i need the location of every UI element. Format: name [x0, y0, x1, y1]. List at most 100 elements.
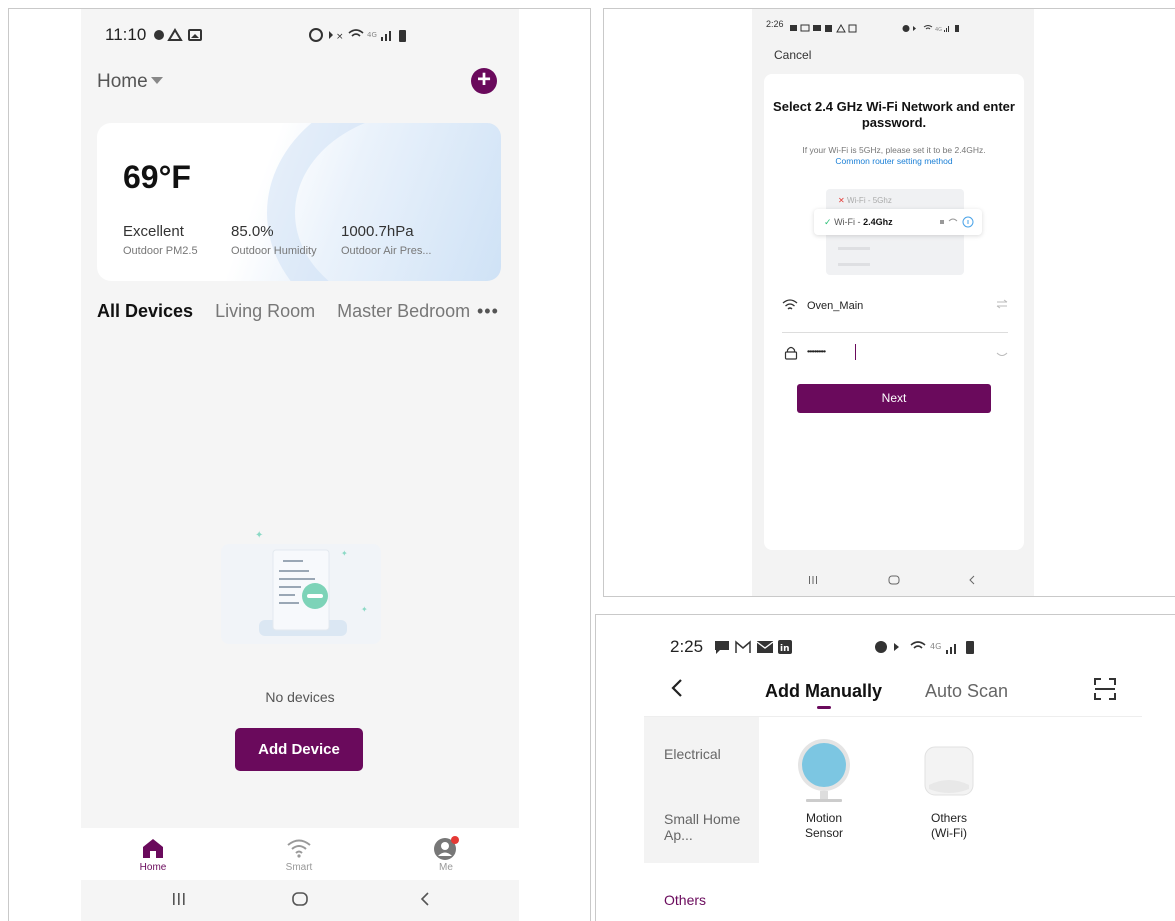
recent-apps-icon[interactable] [171, 890, 187, 913]
next-button[interactable]: Next [797, 384, 991, 413]
svg-text:4G: 4G [367, 31, 377, 39]
lock-icon [784, 346, 798, 363]
wifi-setup-hint: If your Wi-Fi is 5GHz, please set it to … [764, 145, 1024, 167]
pm25-label: Outdoor PM2.5 [123, 245, 198, 257]
weather-background-decoration [267, 123, 501, 281]
home-button-icon[interactable] [291, 890, 309, 913]
lock-wifi-info-icons [940, 209, 976, 245]
tab-all-devices[interactable]: All Devices [97, 301, 193, 321]
home-button-icon[interactable] [888, 574, 900, 589]
profile-icon [411, 836, 481, 862]
wifi-band-illustration: ✕ Wi-Fi - 5Ghz ✓ Wi-Fi - 2.4Ghz [814, 189, 982, 275]
illustration-5ghz-row: ✕ Wi-Fi - 5Ghz [838, 196, 892, 205]
eye-closed-icon[interactable] [996, 350, 1008, 362]
device-name-line2: (Wi-Fi) [931, 826, 967, 840]
tab-auto-scan[interactable]: Auto Scan [925, 681, 1008, 702]
password-field[interactable]: •••••••••• [807, 347, 826, 356]
device-name-line1: Motion [805, 811, 843, 825]
network-name-row[interactable]: Oven_Main [782, 296, 1008, 326]
network-name-field[interactable]: Oven_Main [807, 300, 863, 312]
chevron-down-icon[interactable] [151, 77, 163, 84]
status-time: 2:26 [766, 19, 784, 29]
nav-home[interactable]: Home [118, 836, 188, 873]
status-system-icons: 4G [902, 20, 966, 38]
status-notification-icons: in [714, 639, 796, 660]
humidity-label: Outdoor Humidity [231, 245, 317, 257]
tab-add-manually[interactable]: Add Manually [765, 681, 882, 702]
home-screenshot-panel: 11:10 × 4G Home + 69°F Excellent Outdoor … [8, 8, 591, 921]
svg-text:×: × [336, 32, 344, 42]
switch-network-icon[interactable] [996, 299, 1008, 312]
status-time: 2:25 [670, 637, 704, 656]
wifi-icon [782, 298, 798, 315]
svg-text:✦: ✦ [255, 530, 263, 541]
password-row[interactable]: •••••••••• [782, 344, 1008, 375]
device-motion-sensor[interactable]: Motion Sensor [784, 735, 864, 841]
svg-text:✦: ✦ [341, 549, 348, 558]
wifi-setup-card: Select 2.4 GHz Wi-Fi Network and enter p… [764, 74, 1024, 550]
device-name-line1: Others [930, 811, 967, 825]
device-name-line2: Sensor [804, 826, 844, 840]
scan-qr-icon[interactable] [1093, 677, 1117, 706]
add-device-button[interactable]: Add Device [235, 728, 363, 771]
svg-text:4G: 4G [935, 27, 942, 33]
nav-home-label: Home [139, 862, 167, 873]
home-selector[interactable]: Home [97, 71, 148, 93]
add-plus-icon[interactable]: + [471, 68, 497, 94]
wifi-icon [264, 836, 334, 862]
category-electrical[interactable]: Electrical [664, 746, 721, 762]
tab-master-bedroom[interactable]: Master Bedroom [337, 301, 470, 321]
tab-living-room[interactable]: Living Room [215, 301, 315, 321]
illustration-24ghz-band: 2.4Ghz [863, 217, 893, 227]
illustration-24ghz-row: ✓ Wi-Fi - 2.4Ghz [814, 209, 982, 235]
category-others[interactable]: Others [664, 892, 706, 908]
category-small-home-appliances[interactable]: Small Home Ap... [664, 811, 744, 843]
add-device-phone-screen: 2:25 in 4G Add Manually Auto Scan Electr… [644, 615, 1142, 921]
status-time: 11:10 [105, 25, 147, 44]
back-button-icon[interactable] [968, 574, 976, 589]
router-setting-link[interactable]: Common router setting method [764, 156, 1024, 167]
status-system-icons: 4G [874, 639, 986, 660]
active-tab-indicator [817, 706, 831, 709]
system-navigation-bar [81, 880, 519, 921]
nav-me[interactable]: Me [411, 836, 481, 873]
device-others-wifi[interactable]: Others (Wi-Fi) [909, 735, 989, 841]
back-button-icon[interactable] [419, 890, 431, 913]
category-sidebar: Electrical Small Home Ap... [644, 717, 759, 863]
check-icon: ✓ [824, 217, 832, 227]
svg-text:in: in [780, 644, 790, 654]
empty-document-illustration-icon: ✦ ✦ ✦ [211, 524, 391, 654]
wifi-hint-text: If your Wi-Fi is 5GHz, please set it to … [802, 145, 986, 155]
air-pressure-value: 1000.7hPa [341, 223, 414, 240]
temperature-value: 69°F [123, 159, 191, 195]
recent-apps-icon[interactable] [808, 574, 818, 589]
generic-device-icon [924, 746, 974, 796]
bottom-navigation: Home Smart Me [81, 828, 519, 880]
status-system-icons: × 4G [309, 27, 419, 48]
more-tabs-icon[interactable]: ••• [473, 301, 499, 322]
wifi-phone-screen: 2:26 4G Cancel Select 2.4 GHz Wi-Fi Netw… [752, 9, 1034, 596]
cancel-button[interactable]: Cancel [774, 48, 811, 62]
cross-icon: ✕ [838, 196, 845, 205]
air-pressure-label: Outdoor Air Pres... [341, 245, 432, 257]
weather-card[interactable]: 69°F Excellent Outdoor PM2.5 85.0% Outdo… [97, 123, 501, 281]
nav-smart[interactable]: Smart [264, 836, 334, 873]
illustration-5ghz-label: Wi-Fi - 5Ghz [846, 196, 892, 205]
status-notification-icons [790, 20, 860, 38]
wifi-screenshot-panel: 2:26 4G Cancel Select 2.4 GHz Wi-Fi Netw… [603, 8, 1175, 597]
add-device-screenshot-panel: 2:25 in 4G Add Manually Auto Scan Electr… [595, 614, 1175, 921]
pm25-value: Excellent [123, 223, 184, 240]
svg-text:4G: 4G [930, 642, 941, 651]
home-phone-screen: 11:10 × 4G Home + 69°F Excellent Outdoor … [81, 9, 519, 921]
nav-me-label: Me [439, 862, 453, 873]
status-notification-icons [153, 28, 209, 47]
room-tabs: All Devices Living Room Master Bedroom [97, 301, 492, 322]
illustration-24ghz-prefix: Wi-Fi - [834, 217, 864, 227]
text-cursor [855, 344, 856, 360]
back-icon[interactable] [670, 675, 684, 706]
field-divider [782, 332, 1008, 333]
humidity-value: 85.0% [231, 223, 274, 240]
svg-text:✦: ✦ [361, 605, 368, 614]
motion-sensor-icon [798, 739, 850, 802]
nav-smart-label: Smart [285, 862, 313, 873]
